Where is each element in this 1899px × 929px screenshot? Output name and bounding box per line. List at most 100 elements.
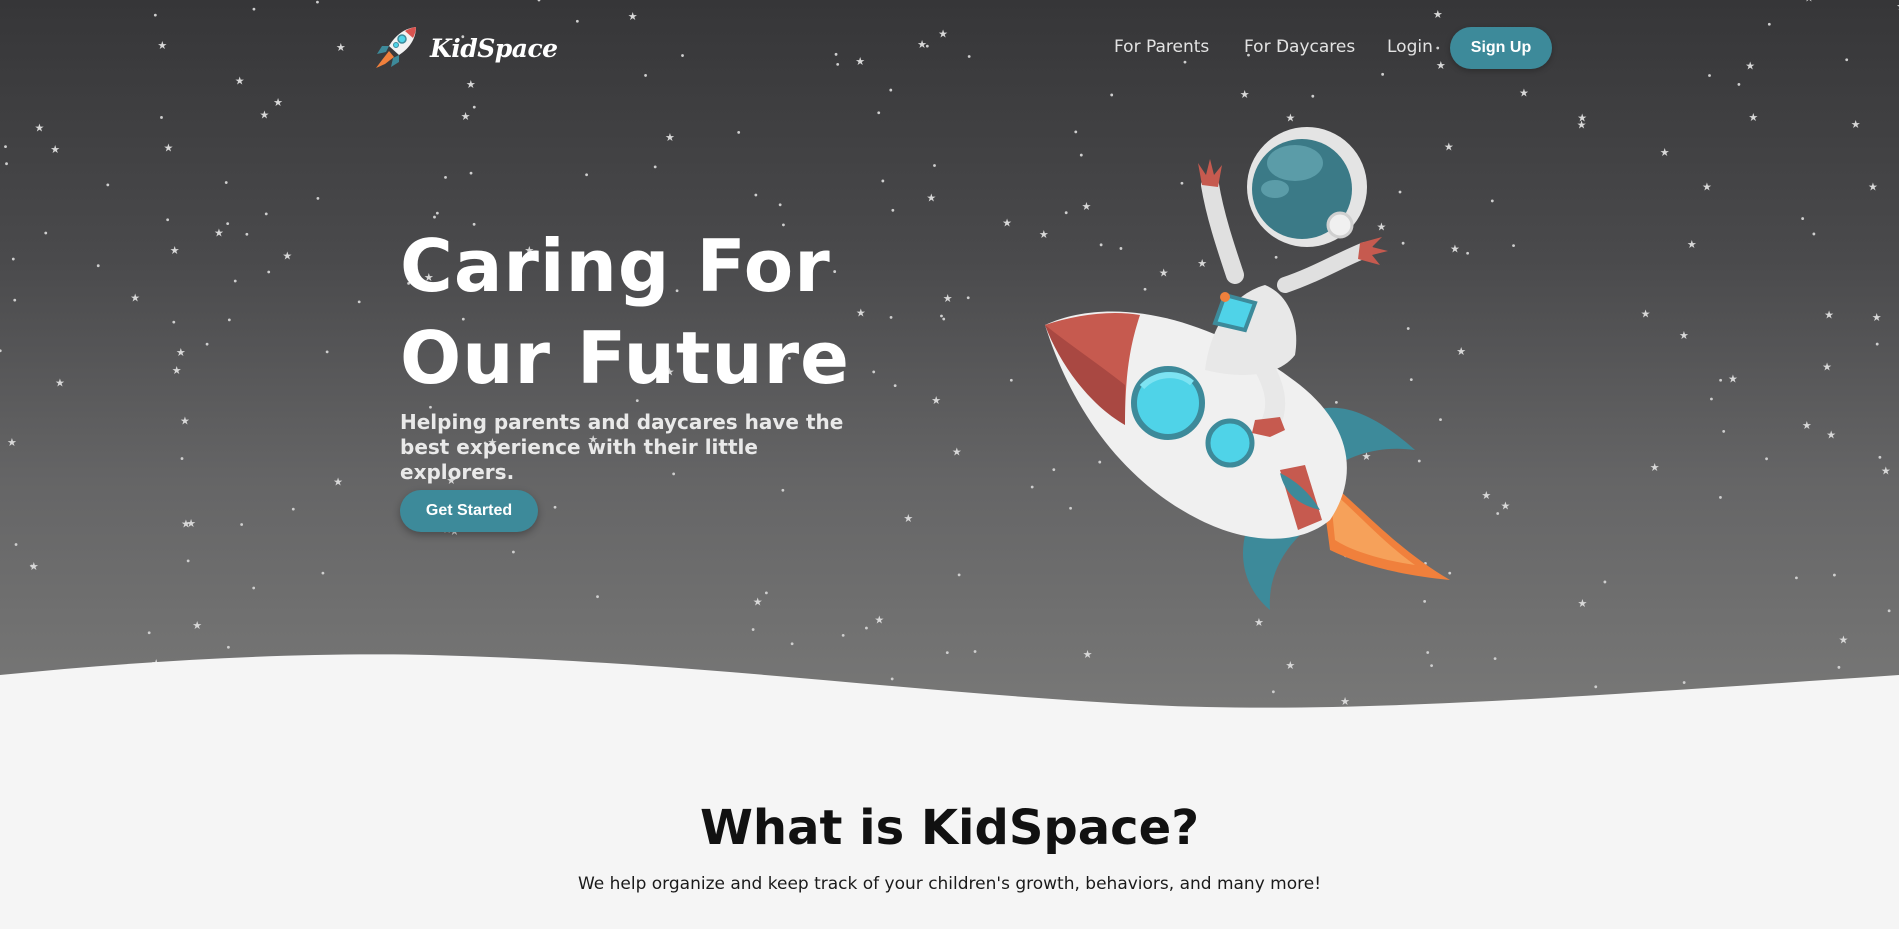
star-dot (537, 0, 541, 2)
star-mark: ★ (1802, 419, 1812, 432)
starfield-background: ★ ★ ★ ★ ★ ★ ★ ★ ★ ★ ★ ★ ★ ★ ★ ★ ★ ★ ★ ★ ★ ★ ★ ★ ★ ★ ★ ★ ★ ★ ★ ★ ★ ★ ★ ★ ★ ★ ★ ★… (0, 0, 1899, 717)
hero-title-line-1: Caring For (400, 224, 831, 308)
star-mark: ★ (259, 109, 269, 122)
star-dot (1795, 576, 1798, 580)
star-dot (596, 595, 599, 599)
star-mark: ★ (130, 292, 140, 305)
star-dot (933, 164, 936, 167)
star-dot (291, 507, 295, 511)
star-mark: ★ (1660, 146, 1670, 159)
star-dot (957, 573, 961, 577)
star-mark: ★ (1679, 329, 1689, 342)
star-mark: ★ (1501, 500, 1511, 513)
star-dot (106, 183, 110, 187)
star-dot (245, 232, 249, 236)
nav-link-for-daycares[interactable]: For Daycares (1244, 37, 1355, 57)
get-started-button[interactable]: Get Started (400, 490, 538, 532)
star-dot (889, 88, 893, 92)
nav-link-login[interactable]: Login (1387, 37, 1433, 57)
star-mark: ★ (1826, 429, 1836, 442)
star-mark: ★ (172, 364, 182, 377)
star-dot (166, 218, 170, 222)
star-mark: ★ (628, 10, 638, 23)
hero-section: ★ ★ ★ ★ ★ ★ ★ ★ ★ ★ ★ ★ ★ ★ ★ ★ ★ ★ ★ ★ ★ ★ ★ ★ ★ ★ ★ ★ ★ ★ ★ ★ ★ ★ ★ ★ ★ ★ ★ ★… (0, 0, 1899, 740)
star-dot (160, 116, 163, 119)
star-mark: ★ (55, 377, 65, 390)
star-dot (11, 257, 15, 261)
star-dot (224, 181, 228, 184)
star-mark: ★ (29, 560, 39, 573)
star-dot (1719, 496, 1722, 499)
star-dot (1719, 378, 1723, 382)
star-dot (226, 222, 230, 226)
star-dot (942, 317, 946, 321)
star-mark: ★ (273, 96, 283, 109)
star-mark: ★ (7, 436, 17, 449)
star-dot (940, 314, 943, 318)
star-dot (472, 105, 476, 109)
star-dot (316, 197, 320, 200)
star-dot (737, 131, 741, 134)
star-mark: ★ (1702, 180, 1712, 193)
star-dot (205, 342, 209, 346)
star-mark: ★ (931, 394, 941, 407)
star-mark: ★ (1641, 308, 1651, 321)
star-dot (1737, 83, 1741, 86)
star-mark: ★ (1687, 238, 1697, 251)
star-dot (841, 633, 845, 637)
star-mark: ★ (1577, 118, 1587, 131)
star-dot (13, 298, 17, 302)
star-mark: ★ (333, 475, 343, 488)
star-dot (14, 543, 18, 546)
star-dot (44, 231, 48, 235)
star-mark: ★ (34, 122, 44, 135)
star-dot (267, 270, 271, 274)
star-mark: ★ (186, 517, 196, 530)
star-dot (233, 279, 237, 283)
hero-title: Caring For Our Future (400, 220, 920, 404)
star-dot (316, 0, 319, 4)
star-dot (147, 631, 151, 635)
star-mark: ★ (164, 142, 174, 155)
star-dot (96, 264, 100, 268)
star-dot (1490, 199, 1494, 203)
star-dot (1801, 217, 1805, 220)
star-dot (751, 628, 755, 631)
star-mark: ★ (461, 110, 471, 123)
star-dot (575, 19, 579, 23)
sign-up-button[interactable]: Sign Up (1450, 27, 1552, 69)
star-dot (754, 193, 758, 197)
nav-link-for-parents[interactable]: For Parents (1114, 37, 1209, 57)
about-description: We help organize and keep track of your … (577, 874, 1322, 894)
star-mark: ★ (952, 445, 962, 458)
star-dot (644, 74, 647, 77)
star-dot (1875, 342, 1879, 346)
star-dot (778, 203, 782, 207)
star-dot (1110, 93, 1114, 97)
star-dot (891, 208, 895, 212)
star-dot (0, 349, 2, 353)
star-mark: ★ (180, 414, 190, 427)
star-dot (1381, 72, 1385, 76)
astronaut-rocket-illustration (1045, 127, 1450, 610)
star-mark: ★ (282, 249, 292, 262)
star-dot (153, 13, 157, 17)
star-mark: ★ (926, 191, 936, 204)
star-dot (429, 405, 432, 409)
star-dot (5, 162, 8, 166)
star-dot (1812, 232, 1816, 236)
star-dot (240, 523, 244, 526)
star-dot (172, 320, 176, 324)
about-title: What is KidSpace? (699, 800, 1200, 856)
star-dot (325, 350, 329, 354)
star-dot (1832, 573, 1836, 577)
star-mark: ★ (1240, 88, 1250, 101)
star-dot (1512, 244, 1515, 248)
star-mark: ★ (1254, 616, 1264, 629)
star-mark: ★ (903, 512, 913, 525)
star-dot (180, 457, 184, 460)
star-mark: ★ (1881, 464, 1891, 477)
star-dot (252, 7, 256, 11)
star-dot (881, 179, 885, 183)
star-dot (553, 505, 557, 509)
